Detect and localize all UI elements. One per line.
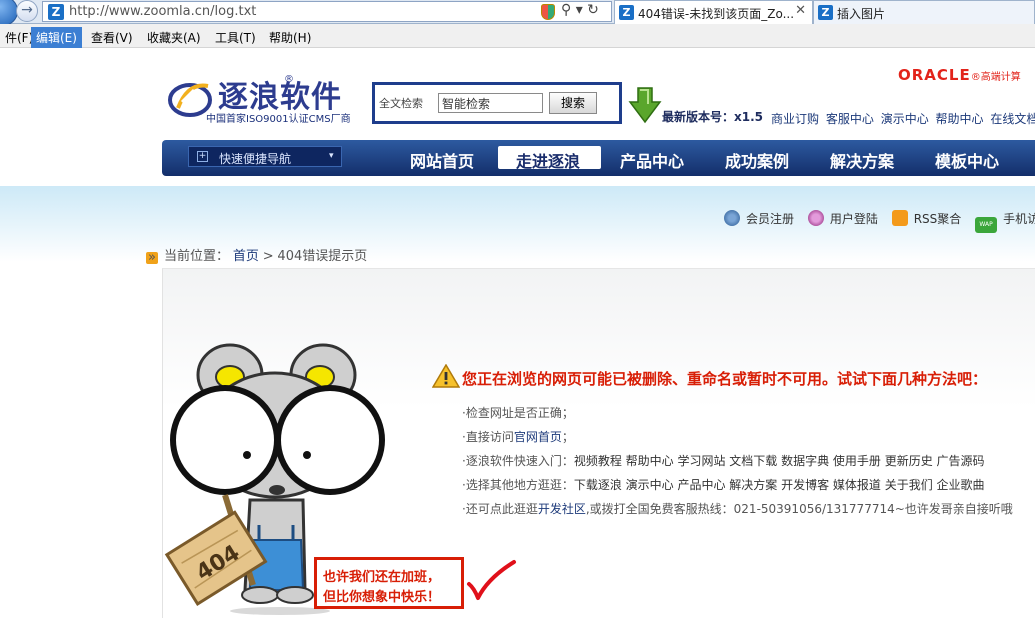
breadcrumb-arrow-icon: » [146, 251, 158, 264]
utility-links: 会员注册 用户登陆 RSS聚合 WAP 手机访 [724, 210, 1035, 233]
chevron-down-icon: ▾ [329, 151, 334, 161]
oracle-subtitle: ®高端计算 [970, 72, 1021, 83]
tip-check-url: ·检查网址是否正确； [462, 404, 574, 421]
nav-cases[interactable]: 成功案例 [725, 148, 789, 172]
user-login-label: 用户登陆 [829, 212, 878, 226]
tip-text: ·直接访问 [462, 430, 514, 444]
download-arrow-icon[interactable] [628, 86, 662, 124]
nav-about[interactable]: 走进逐浪 [516, 148, 580, 172]
search-refresh-icons[interactable]: ⚲ ▾ ↻ [561, 2, 599, 18]
nav-products[interactable]: 产品中心 [620, 148, 684, 172]
warning-triangle-icon [432, 364, 460, 388]
address-bar-row: → Z http://www.zoomla.cn/log.txt ⚲ ▾ ↻ Z… [0, 0, 1035, 26]
dev-community-link[interactable]: 开发社区 [538, 502, 586, 516]
member-register-link[interactable]: 会员注册 [724, 210, 794, 227]
top-links: 商业订购 客服中心 演示中心 帮助中心 在线文档 [771, 110, 1035, 127]
nav-templates[interactable]: 模板中心 [935, 148, 999, 172]
search-label: 全文检索 [379, 97, 423, 110]
quick-nav-label: 快速便捷导航 [219, 152, 292, 166]
latest-version: 最新版本号：x1.5 [662, 110, 763, 124]
compatibility-shield-icon[interactable] [541, 4, 555, 20]
logo-registered-mark: ® [284, 74, 294, 85]
tab-title: 插入图片 [837, 7, 886, 21]
main-navigation: + 快速便捷导航 ▾ 网站首页 走进逐浪 产品中心 成功案例 解决方案 模板中心 [162, 140, 1035, 176]
slogan-box: 也许我们还在加班， 但比你想象中快乐！ [314, 557, 464, 609]
browse-links[interactable]: 下载逐浪 演示中心 产品中心 解决方案 开发博客 媒体报道 关于我们 企业歌曲 [574, 478, 985, 492]
rss-label: RSS聚合 [913, 212, 962, 226]
tip-visit-home: ·直接访问官网首页； [462, 428, 574, 445]
search-panel: 全文检索 智能检索 搜索 [372, 82, 622, 124]
tip-suffix: ； [561, 430, 574, 444]
tip-text: ·检查网址是否正确； [462, 406, 574, 420]
slogan-line-1: 也许我们还在加班， [323, 570, 441, 585]
breadcrumb-label: 当前位置： [164, 249, 230, 264]
site-logo[interactable]: 逐浪软件 ® 中国首家ISO9001认证CMS厂商 [168, 72, 368, 125]
oracle-wordmark: ORACLE [898, 66, 971, 84]
tab-title: 404错误-未找到该页面_Zo... [638, 7, 795, 21]
tab-insert-image[interactable]: Z 插入图片 [813, 0, 1035, 24]
breadcrumb: » 当前位置： 首页 > 404错误提示页 [146, 245, 367, 264]
nav-solutions[interactable]: 解决方案 [830, 148, 894, 172]
tip-community-hotline: ·还可点此逛逛开发社区,或拨打全国免费客服热线：021-50391056/131… [462, 500, 1013, 517]
top-link-demo[interactable]: 演示中心 [881, 112, 929, 126]
member-register-icon [724, 210, 740, 226]
menu-bar: 件(F) 编辑(E) 查看(V) 收藏夹(A) 工具(T) 帮助(H) [0, 24, 1035, 48]
mobile-label: 手机访 [1003, 212, 1035, 226]
top-link-help[interactable]: 帮助中心 [936, 112, 984, 126]
tip-quick-start: ·逐浪软件快速入门：视频教程 帮助中心 学习网站 文档下载 数据字典 使用手册 … [462, 452, 985, 469]
red-checkmark-icon [467, 560, 516, 600]
top-link-order[interactable]: 商业订购 [771, 112, 819, 126]
official-home-link[interactable]: 官网首页 [514, 430, 562, 444]
menu-edit[interactable]: 编辑(E) [31, 27, 82, 48]
rss-icon [891, 210, 908, 226]
tab-favicon-icon: Z [818, 5, 833, 20]
breadcrumb-home[interactable]: 首页 [233, 249, 259, 264]
logo-tagline: 中国首家ISO9001认证CMS厂商 [206, 114, 351, 125]
quick-start-links[interactable]: 视频教程 帮助中心 学习网站 文档下载 数据字典 使用手册 更新历史 广告源码 [574, 454, 985, 468]
quick-nav-dropdown[interactable]: + 快速便捷导航 ▾ [188, 146, 342, 167]
tip-text: ·逐浪软件快速入门： [462, 454, 574, 468]
plus-icon: + [197, 151, 208, 162]
error-headline: 您正在浏览的网页可能已被删除、重命名或暂时不可用。试试下面几种方法吧： [462, 370, 988, 388]
tip-text: ·还可点此逛逛 [462, 502, 538, 516]
oracle-partner-logo[interactable]: ORACLE®高端计算 [898, 66, 1021, 84]
search-button[interactable]: 搜索 [549, 92, 597, 114]
address-bar[interactable]: Z http://www.zoomla.cn/log.txt ⚲ ▾ ↻ [42, 1, 612, 22]
tip-browse-elsewhere: ·选择其他地方逛逛：下载逐浪 演示中心 产品中心 解决方案 开发博客 媒体报道 … [462, 476, 985, 493]
member-register-label: 会员注册 [746, 212, 795, 226]
slogan-line-2: 但比你想象中快乐！ [323, 590, 441, 605]
top-link-docs[interactable]: 在线文档 [990, 112, 1035, 126]
tip-suffix: ,或拨打全国免费客服热线：021-50391056/131777714~也许发哥… [585, 502, 1013, 516]
search-input[interactable]: 智能检索 [438, 93, 543, 113]
nav-home[interactable]: 网站首页 [410, 148, 474, 172]
rss-link[interactable]: RSS聚合 [891, 210, 962, 227]
wap-icon: WAP [975, 217, 998, 233]
address-url[interactable]: http://www.zoomla.cn/log.txt [69, 4, 256, 19]
user-login-icon [807, 210, 824, 226]
site-favicon-icon: Z [48, 4, 64, 20]
breadcrumb-current: 404错误提示页 [277, 249, 368, 264]
tip-text: ·选择其他地方逛逛： [462, 478, 574, 492]
menu-view[interactable]: 查看(V) [86, 27, 138, 48]
menu-tools[interactable]: 工具(T) [210, 27, 261, 48]
tab-close-icon[interactable]: ✕ [795, 3, 806, 18]
mobile-link[interactable]: WAP 手机访 [975, 210, 1035, 233]
breadcrumb-separator: > [262, 249, 274, 264]
top-link-service[interactable]: 客服中心 [826, 112, 874, 126]
menu-help[interactable]: 帮助(H) [264, 27, 316, 48]
tab-404-error[interactable]: Z 404错误-未找到该页面_Zo... ✕ [614, 0, 813, 24]
forward-button[interactable]: → [16, 0, 38, 22]
menu-favorites[interactable]: 收藏夹(A) [142, 27, 206, 48]
tab-favicon-icon: Z [619, 5, 634, 20]
user-login-link[interactable]: 用户登陆 [807, 210, 878, 227]
